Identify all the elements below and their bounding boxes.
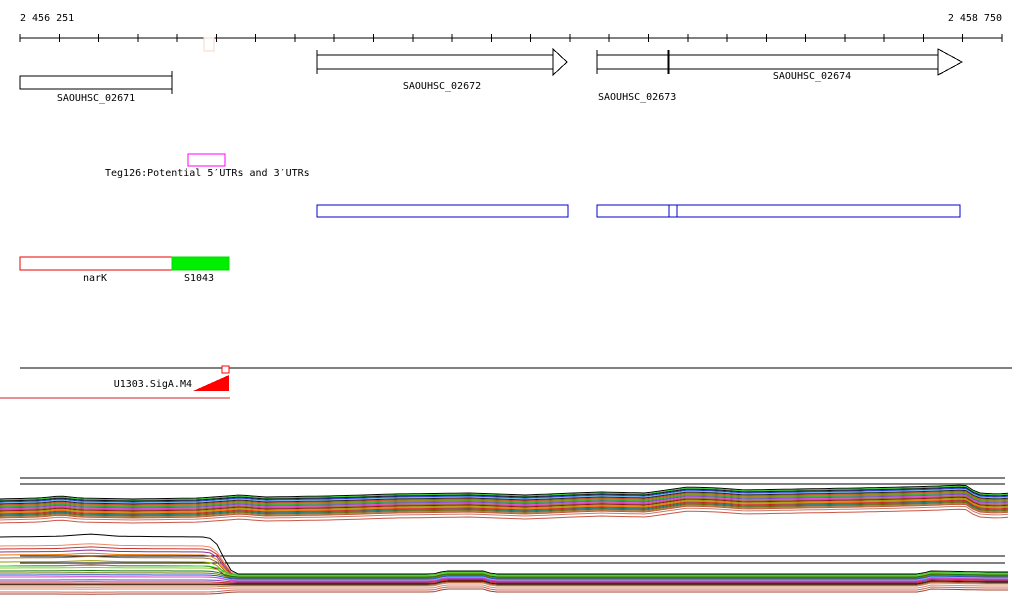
feature-s1043[interactable]: S1043 xyxy=(171,256,230,284)
tss-marker-square[interactable] xyxy=(221,365,230,374)
coverage-panel-2[interactable] xyxy=(0,533,1008,595)
feature-saouhsc-02674[interactable]: SAOUHSC_02674 xyxy=(668,48,964,82)
saouhsc-02674-label: SAOUHSC_02674 xyxy=(773,71,851,82)
genome-browser-window: 2 456 251 2 458 750 SAOUHSC_02671 SAOUHSC… xyxy=(0,0,1024,611)
feature-saouhsc-02671[interactable]: SAOUHSC_02671 xyxy=(19,71,173,104)
tss-label: U1303.SigA.M4 xyxy=(114,379,192,390)
saouhsc-02672-label: SAOUHSC_02672 xyxy=(403,81,481,92)
feature-transcript-box-2[interactable] xyxy=(596,204,961,218)
feature-nark[interactable]: narK xyxy=(19,256,173,284)
feature-transcript-box-1[interactable] xyxy=(316,204,569,218)
ruler-cursor-box[interactable] xyxy=(203,37,215,52)
saouhsc-02672-arrowhead-icon xyxy=(552,47,568,77)
nark-label: narK xyxy=(83,273,107,284)
feature-teg126-utr-box[interactable]: Teg126:Potential 5′UTRs and 3′UTRs xyxy=(105,153,310,179)
saouhsc-02673-label: SAOUHSC_02673 xyxy=(598,92,676,103)
saouhsc-02674-arrowhead-icon xyxy=(937,48,964,76)
feature-saouhsc-02672[interactable]: SAOUHSC_02672 xyxy=(316,47,568,92)
feature-saouhsc-02673[interactable]: SAOUHSC_02673 xyxy=(596,50,679,103)
coverage-panel-1[interactable] xyxy=(0,477,1009,524)
sequence-ruler[interactable] xyxy=(19,34,1003,52)
tss-flag-triangle-icon[interactable] xyxy=(193,375,229,391)
saouhsc-02671-label: SAOUHSC_02671 xyxy=(57,93,135,104)
tss-track[interactable]: U1303.SigA.M4 xyxy=(0,365,1012,399)
s1043-label: S1043 xyxy=(184,273,214,284)
teg126-utr-box-label: Teg126:Potential 5′UTRs and 3′UTRs xyxy=(105,168,310,179)
genome-view-canvas: SAOUHSC_02671 SAOUHSC_02672 SAOUHSC_02673 S… xyxy=(0,34,1012,595)
